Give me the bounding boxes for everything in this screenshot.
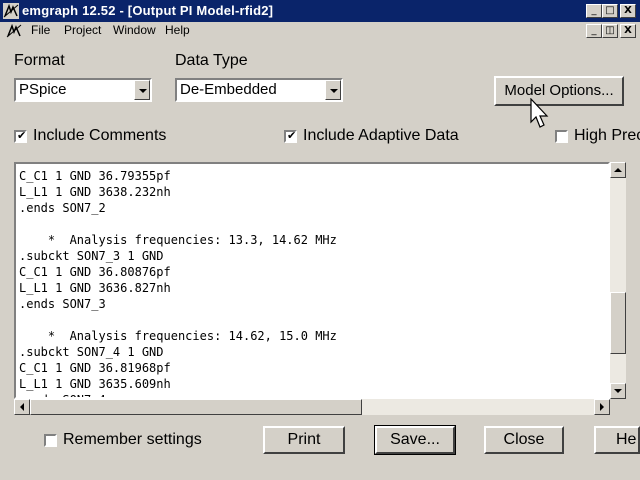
close-button[interactable]: Close <box>484 426 564 454</box>
scroll-down-button[interactable] <box>610 383 626 399</box>
data-type-label: Data Type <box>175 52 248 69</box>
high-precision-label[interactable]: High Prec <box>574 127 640 145</box>
menu-file[interactable]: File <box>31 23 50 37</box>
output-line: .ends SON7_2 <box>19 201 106 215</box>
minimize-button[interactable]: _ <box>586 4 602 18</box>
output-line: L_L1 1 GND 3635.609nh <box>19 377 171 391</box>
chevron-down-icon <box>139 89 147 93</box>
horizontal-scroll-thumb[interactable] <box>30 399 362 415</box>
vertical-scroll-thumb[interactable] <box>610 292 626 354</box>
format-select[interactable]: PSpice <box>14 78 152 102</box>
chevron-down-icon <box>330 89 338 93</box>
minimize-icon: _ <box>591 5 597 16</box>
maximize-button[interactable]: □ <box>602 4 618 18</box>
save-button[interactable]: Save... <box>374 425 456 455</box>
print-button[interactable]: Print <box>263 426 345 454</box>
window-title: emgraph 12.52 - [Output PI Model-rfid2] <box>22 3 274 18</box>
child-window-icon[interactable] <box>6 24 22 38</box>
output-line: .ends SON7_3 <box>19 297 106 311</box>
data-type-dropdown-button[interactable] <box>325 80 341 100</box>
output-line: L_L1 1 GND 3638.232nh <box>19 185 171 199</box>
checkmark-icon: ✔ <box>17 129 27 142</box>
output-text: C_C1 1 GND 36.79355pf L_L1 1 GND 3638.232… <box>19 168 337 397</box>
remember-settings-checkbox[interactable] <box>44 434 57 447</box>
arrow-right-icon <box>600 403 604 411</box>
format-dropdown-button[interactable] <box>134 80 150 100</box>
menu-help[interactable]: Help <box>165 23 190 37</box>
child-close-button[interactable]: X <box>620 24 636 38</box>
output-line: C_C1 1 GND 36.79355pf <box>19 169 171 183</box>
model-options-button[interactable]: Model Options... <box>494 76 624 106</box>
output-line: C_C1 1 GND 36.80876pf <box>19 265 171 279</box>
high-precision-checkbox[interactable] <box>555 130 568 143</box>
output-line: * Analysis frequencies: 14.62, 15.0 MHz <box>19 329 337 343</box>
format-selected-value: PSpice <box>19 81 67 98</box>
data-type-selected-value: De-Embedded <box>180 81 277 98</box>
include-comments-checkbox[interactable]: ✔ <box>14 129 27 143</box>
include-comments-label[interactable]: Include Comments <box>33 127 166 145</box>
scroll-left-button[interactable] <box>14 399 30 415</box>
output-text-area[interactable]: C_C1 1 GND 36.79355pf L_L1 1 GND 3638.232… <box>14 162 610 399</box>
output-line: * Analysis frequencies: 13.3, 14.62 MHz <box>19 233 337 247</box>
arrow-up-icon <box>614 168 622 172</box>
horizontal-scrollbar[interactable] <box>14 399 610 415</box>
checkmark-icon: ✔ <box>287 129 297 142</box>
help-button[interactable]: He <box>594 426 640 454</box>
include-adaptive-checkbox[interactable]: ✔ <box>284 129 297 143</box>
minimize-icon: _ <box>591 25 597 36</box>
vertical-scrollbar[interactable] <box>610 162 626 399</box>
data-type-select[interactable]: De-Embedded <box>175 78 343 102</box>
menu-window[interactable]: Window <box>113 23 156 37</box>
child-restore-button[interactable]: ◫ <box>602 24 618 38</box>
scroll-right-button[interactable] <box>594 399 610 415</box>
title-bar[interactable]: emgraph 12.52 - [Output PI Model-rfid2] … <box>0 0 640 22</box>
output-line: C_C1 1 GND 36.81968pf <box>19 361 171 375</box>
mouse-cursor-icon <box>530 98 549 128</box>
scroll-up-button[interactable] <box>610 162 626 178</box>
scrollbar-corner <box>610 399 626 415</box>
output-line: .subckt SON7_4 1 GND <box>19 345 164 359</box>
restore-icon: ◫ <box>605 25 615 36</box>
app-icon[interactable] <box>3 3 19 19</box>
maximize-icon: □ <box>605 5 615 16</box>
remember-settings-label[interactable]: Remember settings <box>63 431 202 449</box>
output-line: .ends SON7_4 <box>19 392 337 397</box>
close-window-button[interactable]: X <box>620 4 636 18</box>
arrow-down-icon <box>614 389 622 393</box>
output-line: L_L1 1 GND 3636.827nh <box>19 281 171 295</box>
close-icon: X <box>624 5 632 16</box>
close-icon: X <box>624 25 632 36</box>
format-label: Format <box>14 52 65 69</box>
child-minimize-button[interactable]: _ <box>586 24 602 38</box>
menu-project[interactable]: Project <box>64 23 101 37</box>
include-adaptive-label[interactable]: Include Adaptive Data <box>303 127 459 145</box>
output-line: .subckt SON7_3 1 GND <box>19 249 164 263</box>
arrow-left-icon <box>20 403 24 411</box>
